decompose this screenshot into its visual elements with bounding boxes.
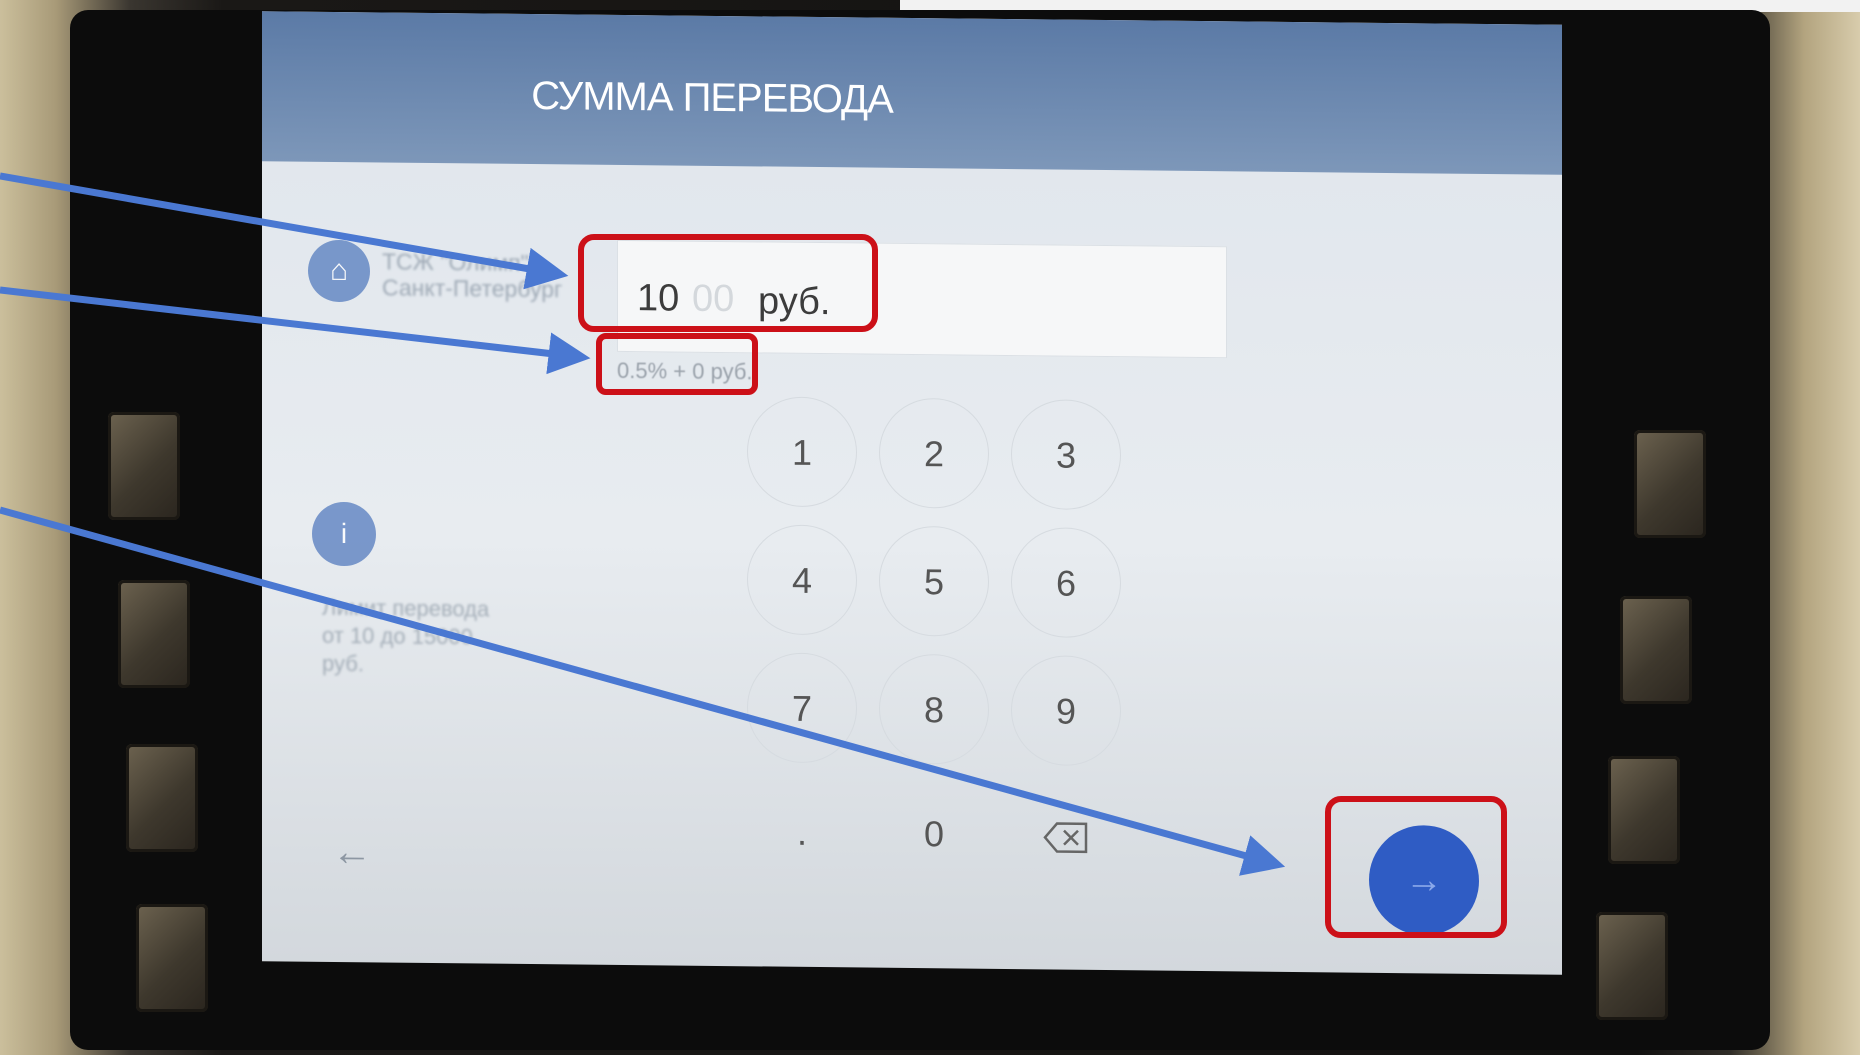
arrow-to-amount <box>0 172 569 290</box>
arrow-to-next-button <box>0 506 1286 876</box>
arrow-to-commission <box>0 286 591 375</box>
annotation-arrows <box>0 172 1286 876</box>
